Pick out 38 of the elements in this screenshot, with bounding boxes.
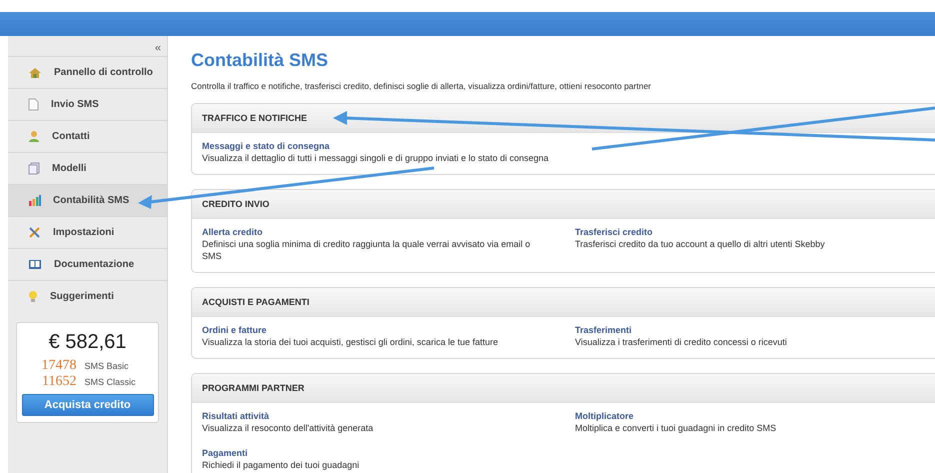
section-header: PROGRAMMI PARTNER xyxy=(192,374,935,403)
entry-description: Trasferisci credito da tuo account a quello di altri utenti Skebby xyxy=(575,238,826,250)
entry-link[interactable]: Allerta credito xyxy=(202,227,575,237)
credit-count: 11652 xyxy=(41,374,76,390)
section-header: CREDITO INVIO xyxy=(192,190,935,219)
entry-link[interactable]: Pagamenti xyxy=(202,448,575,458)
entry-description: Visualizza i trasferimenti di credito concessi o ricevuti xyxy=(575,336,788,348)
buy-credit-button[interactable]: Acquista credito xyxy=(22,394,154,416)
tools-icon xyxy=(28,226,41,239)
credit-label: SMS Classic xyxy=(84,377,136,387)
entry-description: Visualizza il resoconto dell'attività generata xyxy=(202,422,374,434)
section-header: ACQUISTI E PAGAMENTI xyxy=(192,288,935,317)
page-title: Contabilità SMS xyxy=(191,50,330,71)
credit-count: 17478 xyxy=(40,358,76,374)
page-description: Controlla il traffico e notifiche, trasferisci credito, definisci soglie di allerta, visualizza ordini/fatture, ottieni resoconto partner xyxy=(191,81,652,91)
balance-amount: € 582,61 xyxy=(48,331,126,354)
person-icon xyxy=(28,130,40,143)
sidebar-item[interactable]: Contabilità SMS xyxy=(8,184,167,216)
entry-description: Visualizza la storia dei tuoi acquisti, gestisci gli ordini, scarica le tue fatture xyxy=(202,336,499,348)
lightbulb-icon xyxy=(28,290,38,303)
credit-label: SMS Basic xyxy=(84,361,129,371)
entry-link[interactable]: Messaggi e stato di consegna xyxy=(202,141,575,151)
entry-description: Visualizza il dettaglio di tutti i messaggi singoli e di gruppo inviati e lo stato di consegna xyxy=(202,152,550,164)
entry-link[interactable]: Risultati attività xyxy=(202,411,575,421)
entry-description: Definisci una soglia minima di credito raggiunta la quale verrai avvisato via email o SMS xyxy=(202,238,532,262)
section-header: TRAFFICO E NOTIFICHE xyxy=(192,104,935,133)
entry-description: Richiedi il pagamento dei tuoi guadagni xyxy=(202,459,360,471)
house-icon xyxy=(28,66,42,78)
entry-link[interactable]: Moltiplicatore xyxy=(575,411,935,421)
entry-link[interactable]: Trasferimenti xyxy=(575,325,935,335)
pages-icon xyxy=(28,162,40,175)
entry-description: Moltiplica e converti i tuoi guadagni in credito SMS xyxy=(575,422,778,434)
document-icon xyxy=(28,98,39,111)
collapse-button[interactable]: « xyxy=(148,36,167,56)
bar-chart-icon xyxy=(28,195,41,206)
entry-link[interactable]: Ordini e fatture xyxy=(202,325,575,335)
book-icon xyxy=(28,259,42,270)
entry-link[interactable]: Trasferisci credito xyxy=(575,227,935,237)
